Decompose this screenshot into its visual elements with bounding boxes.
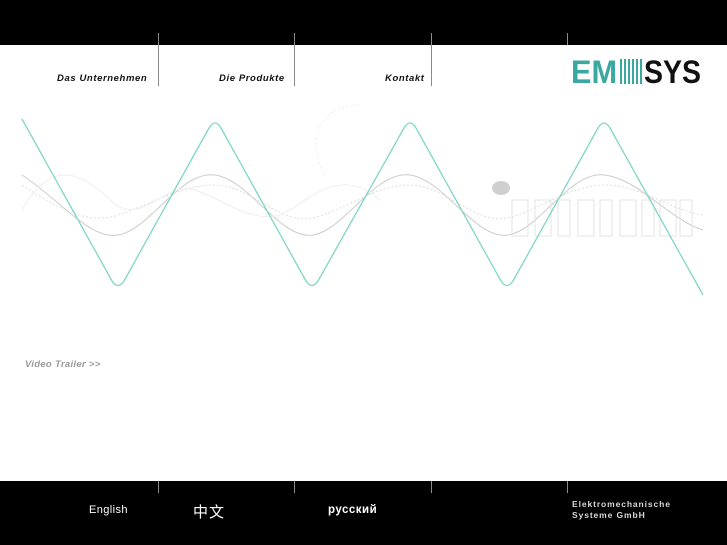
divider xyxy=(158,481,159,493)
logo-bars xyxy=(620,59,642,84)
logo-text-sys: SYS xyxy=(644,57,701,86)
wave-graphic xyxy=(21,104,704,296)
sine-wave-light xyxy=(21,174,704,236)
nav-die-produkte[interactable]: Die Produkte xyxy=(219,73,285,84)
divider xyxy=(431,481,432,493)
nav-kontakt[interactable]: Kontakt xyxy=(385,73,425,84)
divider xyxy=(567,33,568,45)
divider xyxy=(294,33,295,86)
divider xyxy=(158,33,159,86)
divider xyxy=(294,481,295,493)
divider xyxy=(567,481,568,493)
faint-dot xyxy=(492,181,510,195)
triangle-wave xyxy=(21,118,704,296)
video-trailer-link[interactable]: Video Trailer >> xyxy=(25,359,101,370)
nav-das-unternehmen[interactable]: Das Unternehmen xyxy=(57,73,147,84)
divider xyxy=(431,33,432,86)
company-line-2: Systeme GmbH xyxy=(572,510,646,520)
language-english[interactable]: English xyxy=(89,504,128,516)
top-bar xyxy=(0,0,727,45)
language-russian[interactable]: русский xyxy=(328,504,377,516)
sine-wave-light xyxy=(21,174,381,218)
company-line-1: Elektromechanische xyxy=(572,499,671,509)
emsys-logo[interactable]: EM SYS xyxy=(571,57,702,86)
faint-arc xyxy=(315,104,361,176)
faint-text-shapes xyxy=(511,199,693,237)
language-chinese[interactable]: 中文 xyxy=(193,501,225,522)
company-name: Elektromechanische Systeme GmbH xyxy=(572,499,671,521)
logo-text-em: EM xyxy=(571,57,617,86)
